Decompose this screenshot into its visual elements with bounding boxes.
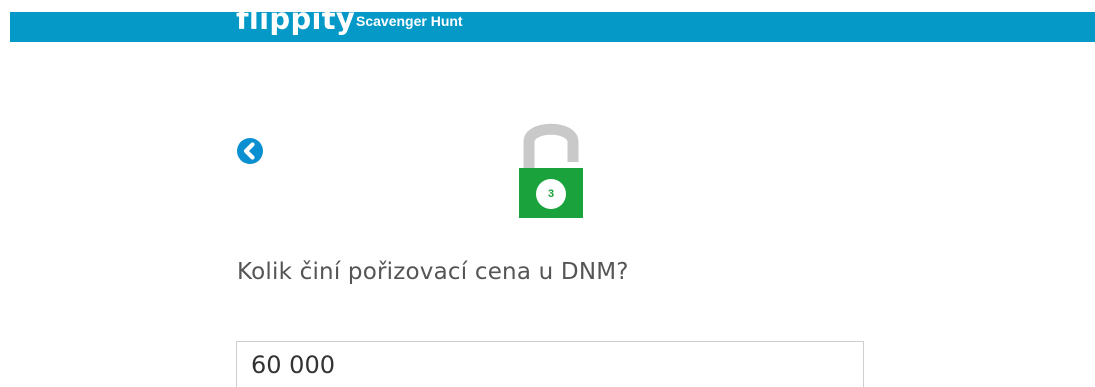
scavenger-hunt-page: flippity Scavenger Hunt 3 Kolik činí poř…: [0, 0, 1095, 387]
chevron-left-icon: [237, 138, 263, 164]
back-button[interactable]: [236, 137, 264, 165]
lock-number: 3: [547, 188, 555, 200]
question-text: Kolik činí pořizovací cena u DNM?: [237, 259, 629, 285]
flippity-logo: flippity: [236, 2, 356, 36]
answer-value: 60 000: [251, 351, 335, 379]
answer-input[interactable]: 60 000: [236, 341, 864, 387]
top-header-bar: flippity Scavenger Hunt: [10, 5, 1095, 42]
app-title: Scavenger Hunt: [356, 13, 463, 29]
